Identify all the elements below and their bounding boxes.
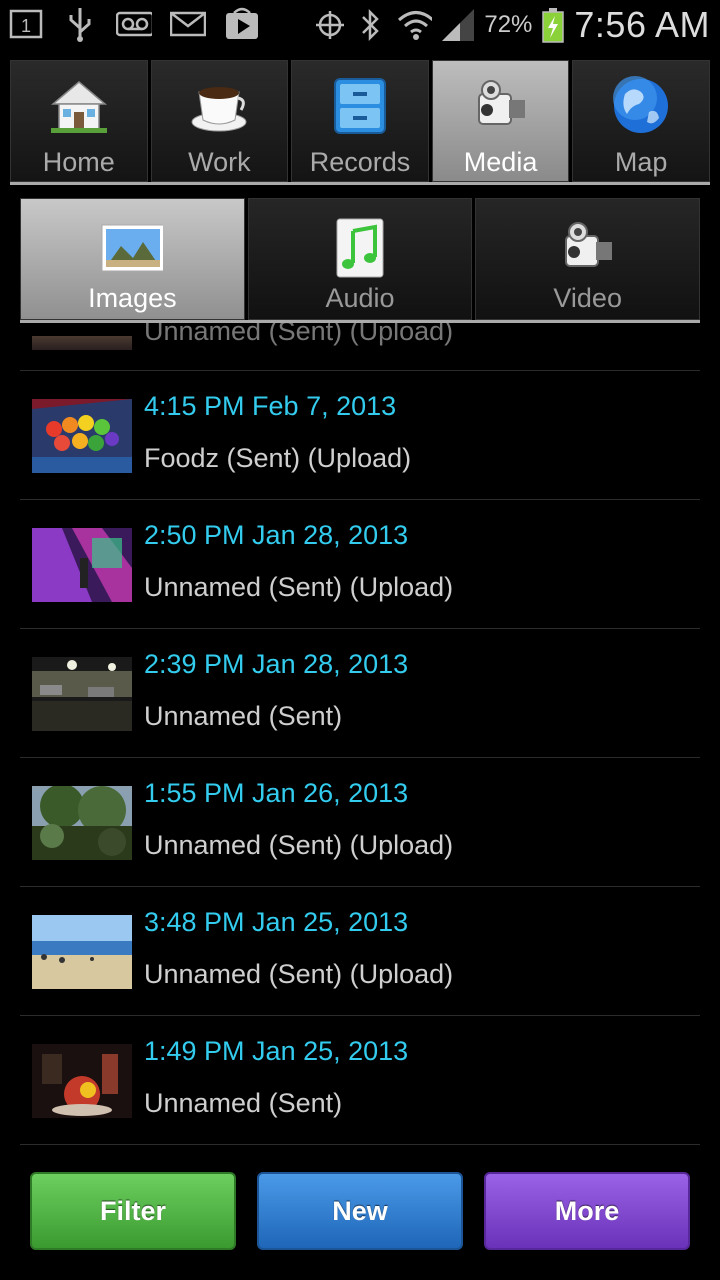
wifi-icon: [396, 7, 433, 43]
list-item[interactable]: 2:39 PM Jan 28, 2013 Unnamed (Sent): [20, 629, 700, 758]
media-sub-tab-bar: Images Audio Video: [20, 198, 701, 320]
thumbnail-image: [32, 786, 132, 860]
tab-map[interactable]: Map: [572, 60, 710, 182]
top-tab-divider: [10, 182, 710, 185]
picture-icon: [101, 217, 164, 279]
tab-media[interactable]: Media: [431, 60, 570, 182]
globe-icon: [610, 75, 672, 137]
thumbnail-image: [32, 336, 132, 350]
thumbnail-image: [32, 1044, 132, 1118]
status-bar: 1 72% 7:56 AM: [0, 0, 720, 50]
thumbnail-image: [32, 915, 132, 989]
file-cabinet-icon: [329, 75, 391, 137]
thumbnail-image: [32, 657, 132, 731]
voicemail-icon: [116, 6, 152, 42]
list-item[interactable]: 1:49 PM Jan 25, 2013 Unnamed (Sent): [20, 1016, 700, 1145]
media-list[interactable]: Unnamed (Sent) (Upload) 4:15 PM Feb 7, 2…: [20, 323, 700, 1145]
sim-slot-icon: 1: [8, 6, 44, 42]
signal-icon: [440, 7, 476, 43]
house-icon: [48, 75, 110, 137]
tab-home[interactable]: Home: [10, 60, 148, 182]
email-icon: [170, 6, 206, 42]
tab-audio[interactable]: Audio: [247, 198, 473, 320]
top-tab-bar: Home Work Records Media Map: [10, 60, 710, 182]
battery-percent: 72%: [484, 11, 533, 38]
coffee-cup-icon: [188, 75, 250, 137]
tab-video[interactable]: Video: [475, 198, 701, 320]
battery-charging-icon: [540, 7, 566, 43]
thumbnail-image: [32, 528, 132, 602]
new-button[interactable]: New: [257, 1172, 463, 1250]
bluetooth-icon: [352, 7, 388, 43]
tab-records[interactable]: Records: [291, 60, 429, 182]
video-camera-icon: [557, 217, 619, 279]
svg-text:1: 1: [21, 16, 31, 36]
list-item[interactable]: 3:48 PM Jan 25, 2013 Unnamed (Sent) (Upl…: [20, 887, 700, 1016]
play-store-icon: [224, 6, 260, 42]
more-button[interactable]: More: [484, 1172, 690, 1250]
video-camera-icon: [470, 75, 532, 137]
usb-icon: [62, 6, 98, 42]
music-note-icon: [329, 217, 391, 279]
filter-button[interactable]: Filter: [30, 1172, 236, 1250]
tab-images[interactable]: Images: [20, 198, 245, 320]
tab-work[interactable]: Work: [150, 60, 289, 182]
list-item[interactable]: 2:50 PM Jan 28, 2013 Unnamed (Sent) (Upl…: [20, 500, 700, 629]
location-sync-icon: [308, 7, 345, 43]
list-item[interactable]: 4:15 PM Feb 7, 2013 Foodz (Sent) (Upload…: [20, 371, 700, 500]
list-item[interactable]: 1:55 PM Jan 26, 2013 Unnamed (Sent) (Upl…: [20, 758, 700, 887]
thumbnail-image: [32, 399, 132, 473]
list-item[interactable]: Unnamed (Sent) (Upload): [20, 323, 700, 371]
clock: 7:56 AM: [574, 4, 710, 45]
